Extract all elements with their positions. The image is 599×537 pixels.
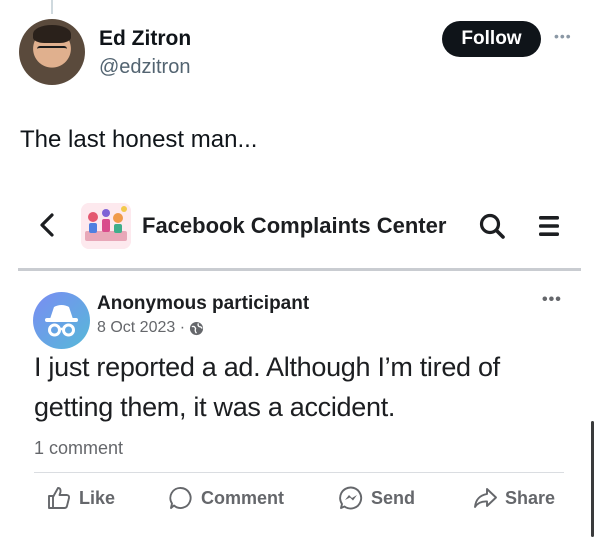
share-arrow-icon <box>474 488 497 508</box>
send-action: Send <box>338 484 415 512</box>
avatar-glasses <box>37 46 67 56</box>
send-label: Send <box>371 487 416 508</box>
chevron-left-icon <box>40 213 54 237</box>
incognito-icon <box>45 305 78 337</box>
more-horizontal-icon[interactable]: ••• <box>554 28 572 44</box>
follow-button[interactable]: Follow <box>442 21 541 57</box>
author-avatar[interactable] <box>19 19 85 85</box>
post-meta: 8 Oct 2023 · <box>97 319 204 337</box>
search-icon <box>479 213 505 239</box>
author-display-name[interactable]: Ed Zitron <box>99 27 191 51</box>
post-date: 8 Oct 2023 · <box>97 319 186 336</box>
avatar-hair <box>33 25 71 43</box>
author-handle[interactable]: @edzitron <box>99 56 190 79</box>
hamburger-menu-icon <box>539 216 559 236</box>
share-label: Share <box>505 487 556 508</box>
share-action: Share <box>472 484 555 512</box>
comment-label: Comment <box>201 487 285 508</box>
like-action: Like <box>46 484 115 512</box>
like-label: Like <box>79 487 116 508</box>
group-name: Facebook Complaints Center <box>142 213 447 238</box>
tweet-text: The last honest man... <box>20 126 258 153</box>
group-cover-icon <box>81 203 131 249</box>
section-divider <box>18 268 581 271</box>
post-author-name: Anonymous participant <box>97 293 310 314</box>
post-more-icon: ••• <box>542 291 562 308</box>
comment-bubble-icon <box>169 487 192 509</box>
comment-action: Comment <box>168 484 284 512</box>
thumbs-up-icon <box>48 487 71 509</box>
globe-icon <box>189 321 204 335</box>
action-divider <box>34 472 564 473</box>
post-body: I just reported a ad. Although I’m tired… <box>34 352 500 422</box>
messenger-icon <box>339 486 363 510</box>
scrollbar <box>591 421 594 537</box>
anonymous-avatar <box>33 292 90 349</box>
comment-count: 1 comment <box>34 438 124 458</box>
thread-line <box>51 0 53 14</box>
